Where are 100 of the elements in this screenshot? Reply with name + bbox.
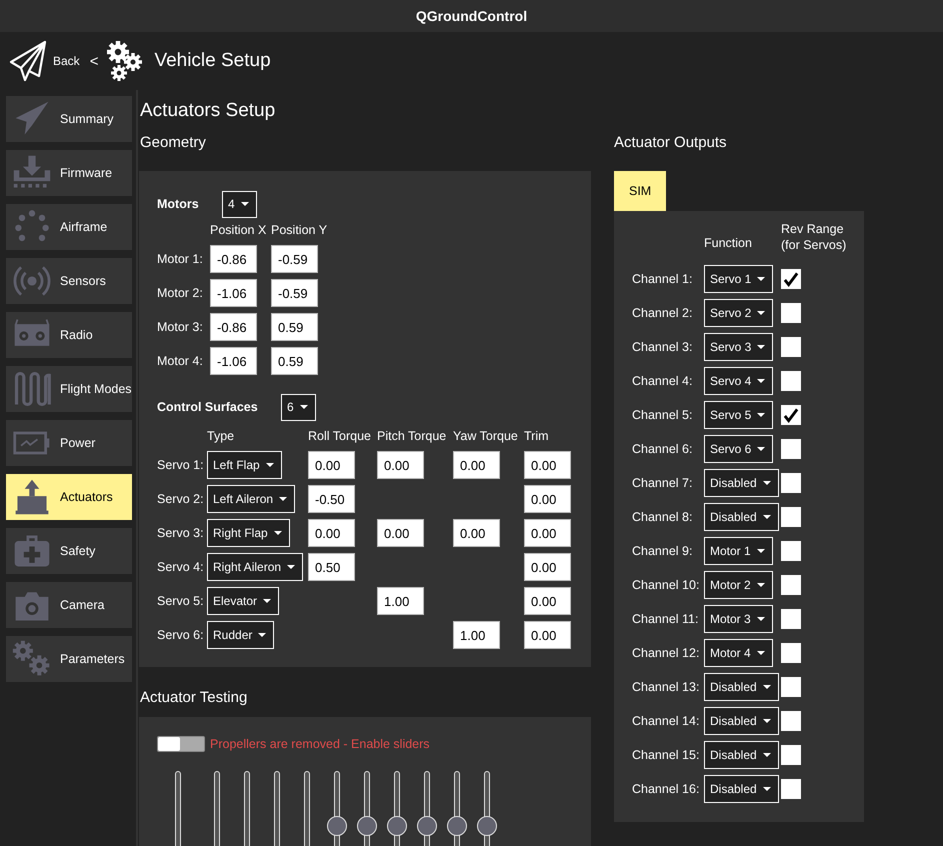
- row-label: Channel 12:: [632, 646, 700, 660]
- slider-thumb[interactable]: [387, 816, 407, 836]
- checkbox[interactable]: [781, 371, 801, 391]
- input-field[interactable]: 0.59: [271, 347, 318, 375]
- function-dropdown[interactable]: Disabled: [704, 503, 779, 531]
- input-field[interactable]: 0.00: [524, 451, 571, 479]
- row-label: Motor 3:: [157, 320, 204, 334]
- page-title: Vehicle Setup: [154, 50, 271, 72]
- checkbox[interactable]: [781, 303, 801, 323]
- checkbox[interactable]: [781, 337, 801, 357]
- input-field[interactable]: 0.00: [377, 451, 424, 479]
- sidebar-item[interactable]: Parameters: [6, 636, 132, 682]
- checkbox[interactable]: [781, 575, 801, 595]
- checkbox[interactable]: [781, 677, 801, 697]
- type-dropdown[interactable]: Left Aileron: [207, 485, 296, 513]
- row-label: Channel 8:: [632, 510, 694, 524]
- sidebar-item[interactable]: Radio: [6, 312, 132, 358]
- function-dropdown[interactable]: Disabled: [704, 469, 779, 497]
- input-field[interactable]: 0.00: [524, 621, 571, 649]
- function-dropdown[interactable]: Servo 4: [704, 367, 774, 395]
- back-button[interactable]: Back: [9, 40, 80, 82]
- input-field[interactable]: 1.00: [453, 621, 500, 649]
- function-dropdown[interactable]: Disabled: [704, 707, 779, 735]
- function-dropdown[interactable]: Servo 5: [704, 401, 774, 429]
- input-field[interactable]: 0.00: [453, 451, 500, 479]
- function-dropdown[interactable]: Servo 2: [704, 299, 774, 327]
- function-dropdown[interactable]: Motor 2: [704, 571, 773, 599]
- input-field[interactable]: -1.06: [210, 279, 257, 307]
- slider-thumb[interactable]: [477, 816, 497, 836]
- function-dropdown[interactable]: Disabled: [704, 741, 779, 769]
- row-label: Servo 2:: [157, 492, 205, 506]
- sidebar-item[interactable]: Power: [6, 420, 132, 466]
- sidebar-item[interactable]: Camera: [6, 582, 132, 628]
- function-dropdown[interactable]: Motor 3: [704, 605, 773, 633]
- checkbox[interactable]: [781, 609, 801, 629]
- checkbox[interactable]: [781, 269, 801, 289]
- sidebar-item[interactable]: Flight Modes: [6, 366, 132, 412]
- column-header: Position Y: [271, 222, 328, 239]
- function-dropdown[interactable]: Servo 1: [704, 265, 774, 293]
- input-field[interactable]: 0.50: [308, 553, 355, 581]
- count-dropdown[interactable]: 4: [222, 190, 257, 218]
- type-dropdown[interactable]: Right Flap: [207, 519, 290, 547]
- row-label: Channel 5:: [632, 408, 694, 422]
- sidebar-item[interactable]: Firmware: [6, 150, 132, 196]
- slider-thumb[interactable]: [447, 816, 467, 836]
- function-dropdown[interactable]: Motor 1: [704, 537, 773, 565]
- type-dropdown[interactable]: Right Aileron: [207, 553, 304, 581]
- type-dropdown[interactable]: Rudder: [207, 621, 274, 649]
- input-field[interactable]: 0.00: [308, 519, 355, 547]
- input-field[interactable]: 0.00: [308, 451, 355, 479]
- sidebar-item[interactable]: Actuators: [6, 474, 132, 520]
- function-dropdown[interactable]: Servo 6: [704, 435, 774, 463]
- row-label: Servo 5:: [157, 594, 205, 608]
- caret-icon: [263, 599, 272, 603]
- input-field[interactable]: 0.59: [271, 313, 318, 341]
- function-dropdown[interactable]: Disabled: [704, 775, 779, 803]
- checkbox[interactable]: [781, 779, 801, 799]
- input-field[interactable]: -0.59: [271, 245, 318, 273]
- slider-thumb[interactable]: [357, 816, 377, 836]
- input-field[interactable]: -1.06: [210, 347, 257, 375]
- warning-label: Propellers are removed - Enable sliders: [210, 737, 430, 751]
- section-heading: Geometry: [140, 134, 207, 153]
- input-field[interactable]: 0.00: [524, 587, 571, 615]
- column-header: Rev Range (for Servos): [781, 221, 848, 253]
- check-icon: [783, 271, 799, 287]
- sidebar-item[interactable]: Sensors: [6, 258, 132, 304]
- input-field[interactable]: -0.50: [308, 485, 355, 513]
- input-field[interactable]: -0.86: [210, 313, 257, 341]
- checkbox[interactable]: [781, 473, 801, 493]
- function-dropdown[interactable]: Disabled: [704, 673, 779, 701]
- checkbox[interactable]: [781, 541, 801, 561]
- function-dropdown[interactable]: Servo 3: [704, 333, 774, 361]
- tab[interactable]: SIM: [614, 171, 666, 211]
- checkbox[interactable]: [781, 745, 801, 765]
- slider-thumb[interactable]: [327, 816, 347, 836]
- input-field[interactable]: 0.00: [524, 485, 571, 513]
- toggle-switch[interactable]: [157, 736, 205, 752]
- column-header: Function: [704, 235, 753, 252]
- input-field[interactable]: 1.00: [377, 587, 424, 615]
- input-field[interactable]: 0.00: [524, 519, 571, 547]
- type-dropdown[interactable]: Left Flap: [207, 451, 282, 479]
- checkbox[interactable]: [781, 405, 801, 425]
- input-field[interactable]: -0.86: [210, 245, 257, 273]
- sidebar-item[interactable]: Safety: [6, 528, 132, 574]
- checkbox[interactable]: [781, 643, 801, 663]
- caret-icon: [756, 549, 765, 553]
- checkbox[interactable]: [781, 507, 801, 527]
- input-field[interactable]: 0.00: [453, 519, 500, 547]
- sidebar-item[interactable]: Summary: [6, 96, 132, 142]
- checkbox[interactable]: [781, 711, 801, 731]
- caret-icon: [762, 787, 771, 791]
- input-field[interactable]: 0.00: [524, 553, 571, 581]
- checkbox[interactable]: [781, 439, 801, 459]
- type-dropdown[interactable]: Elevator: [207, 587, 280, 615]
- function-dropdown[interactable]: Motor 4: [704, 639, 773, 667]
- input-field[interactable]: 0.00: [377, 519, 424, 547]
- sidebar-item[interactable]: Airframe: [6, 204, 132, 250]
- count-dropdown[interactable]: 6: [281, 394, 316, 420]
- input-field[interactable]: -0.59: [271, 279, 318, 307]
- slider-thumb[interactable]: [417, 816, 437, 836]
